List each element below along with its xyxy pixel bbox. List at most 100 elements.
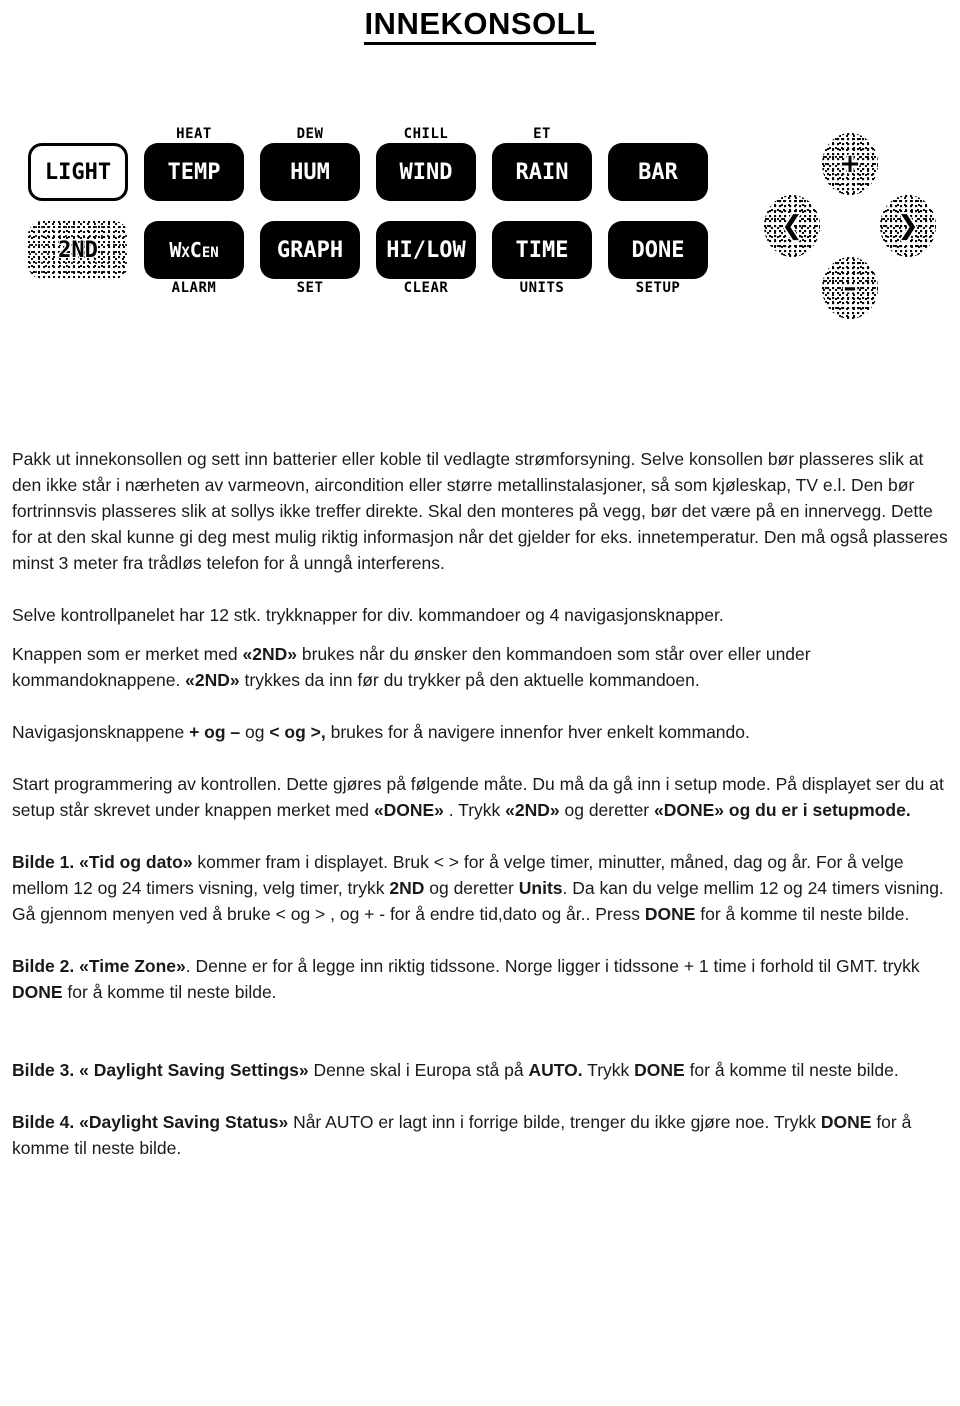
text-run-bold-done: «DONE» [373, 800, 444, 820]
button-2nd[interactable]: 2ND [28, 221, 128, 280]
text-run: . Trykk [443, 800, 506, 820]
nav-plus-button[interactable]: + [822, 133, 878, 196]
key-bottomlabel-setup: SETUP [635, 280, 681, 297]
paragraph-bilde-3: Bilde 3. « Daylight Saving Settings» Den… [12, 1057, 948, 1083]
page-title-text: INNEKONSOLL [364, 6, 596, 46]
text-run-bold-done-setupmode: «DONE» og du er i setupmode. [654, 800, 911, 820]
text-run-bold-2nd: 2ND [389, 878, 425, 898]
paragraph-bilde-1: Bilde 1. «Tid og dato» kommer fram i dis… [12, 849, 948, 927]
text-run: for å komme til neste bilde. [684, 1060, 899, 1080]
button-light[interactable]: LIGHT [28, 143, 128, 202]
text-run: . Denne er for å legge inn riktig tidsso… [185, 956, 920, 976]
text-run-bold-auto: AUTO. [528, 1060, 583, 1080]
text-run: for å komme til neste bilde. [695, 904, 910, 924]
nav-right-button[interactable]: ❯ [880, 195, 936, 258]
key-bottomlabel-clear: CLEAR [403, 280, 449, 297]
paragraph-bilde-2: Bilde 2. «Time Zone». Denne er for å leg… [12, 953, 948, 1005]
console-diagram: LIGHT HEAT TEMP DEW HUM CHILL WIND ET RA… [0, 105, 960, 405]
bilde-4-quote: «Daylight Saving Status» [74, 1112, 289, 1132]
button-temp[interactable]: TEMP [144, 143, 244, 202]
button-time[interactable]: TIME [492, 221, 592, 280]
button-wxcen[interactable]: WxCen [144, 221, 244, 280]
text-run-bold-2nd: «2ND» [505, 800, 560, 820]
text-run-bold-units: Units [518, 878, 563, 898]
text-run-bold-done: DONE [634, 1060, 685, 1080]
text-run: og deretter [559, 800, 654, 820]
button-graph[interactable]: GRAPH [260, 221, 360, 280]
paragraph-2nd-key: Knappen som er merket med «2ND» brukes n… [12, 641, 948, 693]
text-run-bold-done: DONE [644, 904, 696, 924]
nav-left-button[interactable]: ❮ [764, 195, 820, 258]
text-run: Navigasjonsknappene [12, 722, 190, 742]
bilde-2-heading: Bilde 2. [12, 956, 75, 976]
document-body: Pakk ut innekonsollen og sett inn batter… [12, 446, 948, 1161]
text-run-bold-2nd: «2ND» [242, 644, 298, 664]
key-bottomlabel-set: SET [296, 280, 324, 297]
key-toplabel-light [74, 125, 83, 143]
paragraph-setup-mode: Start programmering av kontrollen. Dette… [12, 771, 948, 823]
text-run: brukes for å navigere innenfor hver enke… [325, 722, 750, 742]
key-cell-bar: BAR [608, 125, 708, 202]
page-title: INNEKONSOLL [0, 0, 960, 46]
paragraph-nav-keys: Navigasjonsknappene + og – og < og >, br… [12, 719, 948, 745]
text-run-bold-done: DONE [12, 982, 63, 1002]
key-cell-time: TIME UNITS [492, 221, 592, 297]
key-toplabel-et: ET [533, 126, 551, 143]
keypad-row-bottom: 2ND WxCen ALARM GRAPH SET HI/LOW CLEAR T… [28, 221, 728, 297]
key-cell-done: DONE SETUP [608, 221, 708, 297]
button-hilow[interactable]: HI/LOW [376, 221, 476, 280]
text-run: for å komme til neste bilde. [62, 982, 277, 1002]
button-bar[interactable]: BAR [608, 143, 708, 202]
text-run: Når AUTO er lagt inn i forrige bilde, tr… [288, 1112, 821, 1132]
text-run: og deretter [424, 878, 519, 898]
paragraph-panel-overview: Selve kontrollpanelet har 12 stk. trykkn… [12, 605, 724, 625]
text-run: Denne skal i Europa stå på [308, 1060, 529, 1080]
key-cell-wxcen: WxCen ALARM [144, 221, 244, 297]
paragraph-bilde-4: Bilde 4. «Daylight Saving Status» Når AU… [12, 1109, 948, 1161]
key-cell-2nd: 2ND [28, 221, 128, 297]
text-run-bold-plusminus: + og – [189, 722, 241, 742]
nav-minus-button[interactable]: – [822, 257, 878, 320]
key-bottomlabel-units: UNITS [519, 280, 565, 297]
text-run: Trykk [582, 1060, 635, 1080]
key-cell-wind: CHILL WIND [376, 125, 476, 202]
key-toplabel-chill: CHILL [403, 126, 449, 143]
key-cell-hilow: HI/LOW CLEAR [376, 221, 476, 297]
button-wind[interactable]: WIND [376, 143, 476, 202]
key-cell-hum: DEW HUM [260, 125, 360, 202]
key-cell-rain: ET RAIN [492, 125, 592, 202]
button-done[interactable]: DONE [608, 221, 708, 280]
key-cell-light: LIGHT [28, 125, 128, 202]
key-cell-temp: HEAT TEMP [144, 125, 244, 202]
text-run-bold-done: DONE [820, 1112, 872, 1132]
bilde-1-heading: Bilde 1. [12, 852, 75, 872]
bilde-3-heading: Bilde 3. [12, 1060, 75, 1080]
bilde-3-quote: « Daylight Saving Settings» [74, 1060, 309, 1080]
keypad: LIGHT HEAT TEMP DEW HUM CHILL WIND ET RA… [28, 125, 728, 297]
button-rain[interactable]: RAIN [492, 143, 592, 202]
text-run-bold-2nd: «2ND» [185, 670, 240, 690]
text-run: Knappen som er merket med [12, 644, 243, 664]
text-run: trykkes da inn før du trykker på den akt… [239, 670, 700, 690]
paragraph-intro: Pakk ut innekonsollen og sett inn batter… [12, 449, 948, 573]
button-hum[interactable]: HUM [260, 143, 360, 202]
text-run-bold-leftright: < og >, [269, 722, 326, 742]
keypad-row-top: LIGHT HEAT TEMP DEW HUM CHILL WIND ET RA… [28, 125, 728, 202]
bilde-1-quote: «Tid og dato» [74, 852, 193, 872]
key-toplabel-bar [654, 125, 663, 143]
key-toplabel-heat: HEAT [176, 126, 212, 143]
navigation-pad: + ❮ ❯ – [760, 133, 940, 333]
key-toplabel-dew: DEW [296, 126, 324, 143]
key-bottomlabel-alarm: ALARM [171, 280, 217, 297]
key-bottomlabel-2nd [74, 279, 83, 297]
bilde-4-heading: Bilde 4. [12, 1112, 75, 1132]
text-run: og [240, 722, 270, 742]
